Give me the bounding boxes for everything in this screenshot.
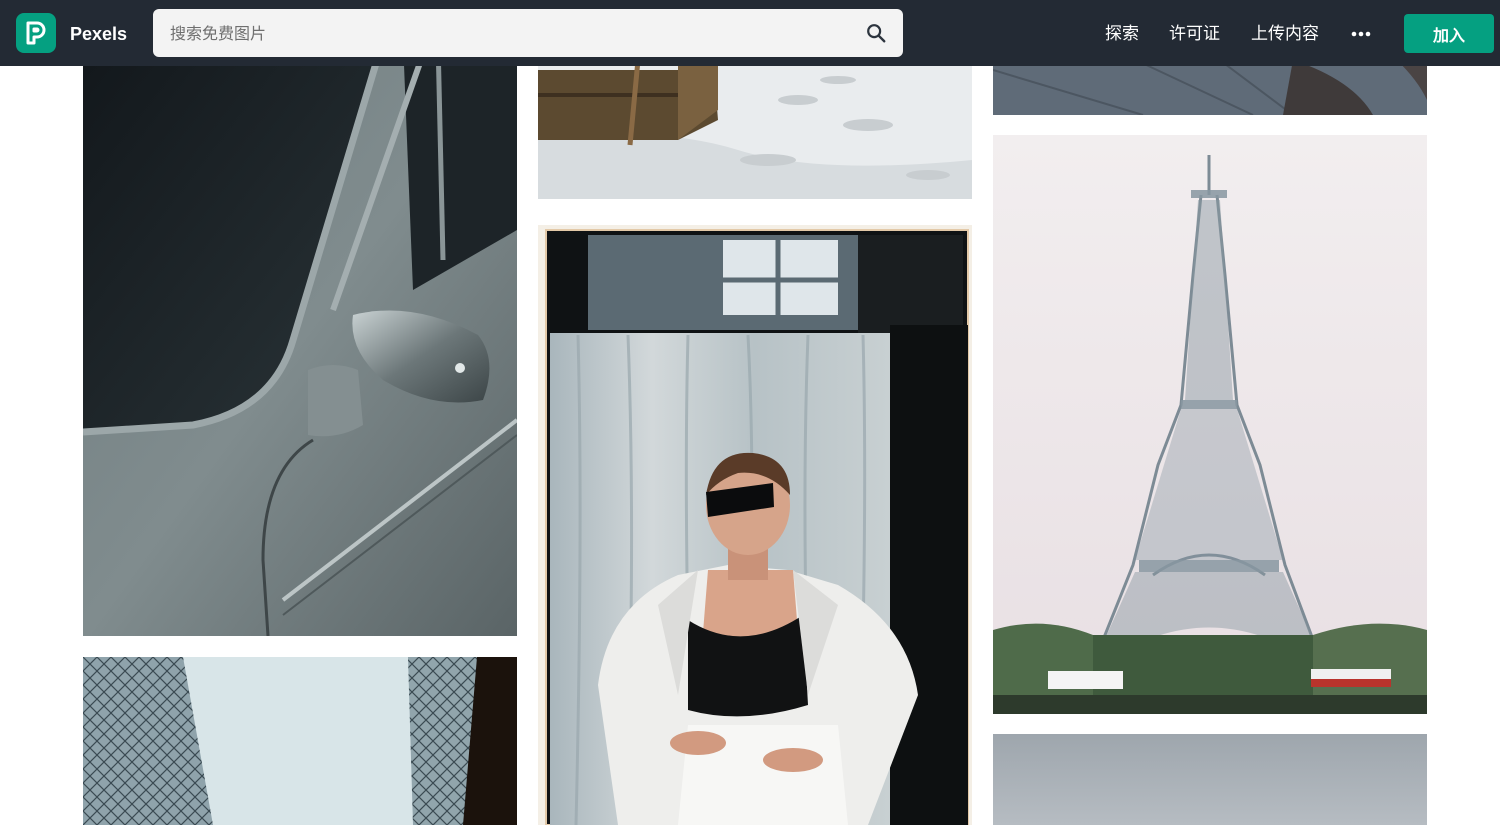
- buildings-image: [83, 657, 517, 825]
- photo-eiffel-tower[interactable]: [993, 135, 1427, 714]
- brand-name[interactable]: Pexels: [70, 22, 127, 46]
- photo-sky-bottom[interactable]: [993, 734, 1427, 825]
- search-input[interactable]: [153, 9, 843, 57]
- photo-car-mirror[interactable]: [83, 40, 517, 636]
- top-navigation-bar: Pexels 探索 许可证 上传内容 加入: [0, 0, 1500, 66]
- nav-explore[interactable]: 探索: [1105, 22, 1139, 46]
- nav-upload[interactable]: 上传内容: [1251, 22, 1319, 46]
- more-dots-icon[interactable]: [1350, 24, 1372, 44]
- photo-woman-sunglasses[interactable]: [538, 225, 972, 825]
- car-mirror-image: [83, 40, 517, 636]
- sky-image: [993, 734, 1427, 825]
- join-button[interactable]: 加入: [1404, 14, 1494, 53]
- woman-portrait-image: [538, 225, 972, 825]
- eiffel-tower-image: [993, 135, 1427, 714]
- search-icon[interactable]: [865, 22, 887, 44]
- photo-buildings-sky[interactable]: [83, 657, 517, 825]
- nav-license[interactable]: 许可证: [1169, 22, 1220, 46]
- pexels-logo-icon: [26, 21, 46, 45]
- search-bar: [153, 9, 903, 57]
- pexels-logo[interactable]: [16, 13, 56, 53]
